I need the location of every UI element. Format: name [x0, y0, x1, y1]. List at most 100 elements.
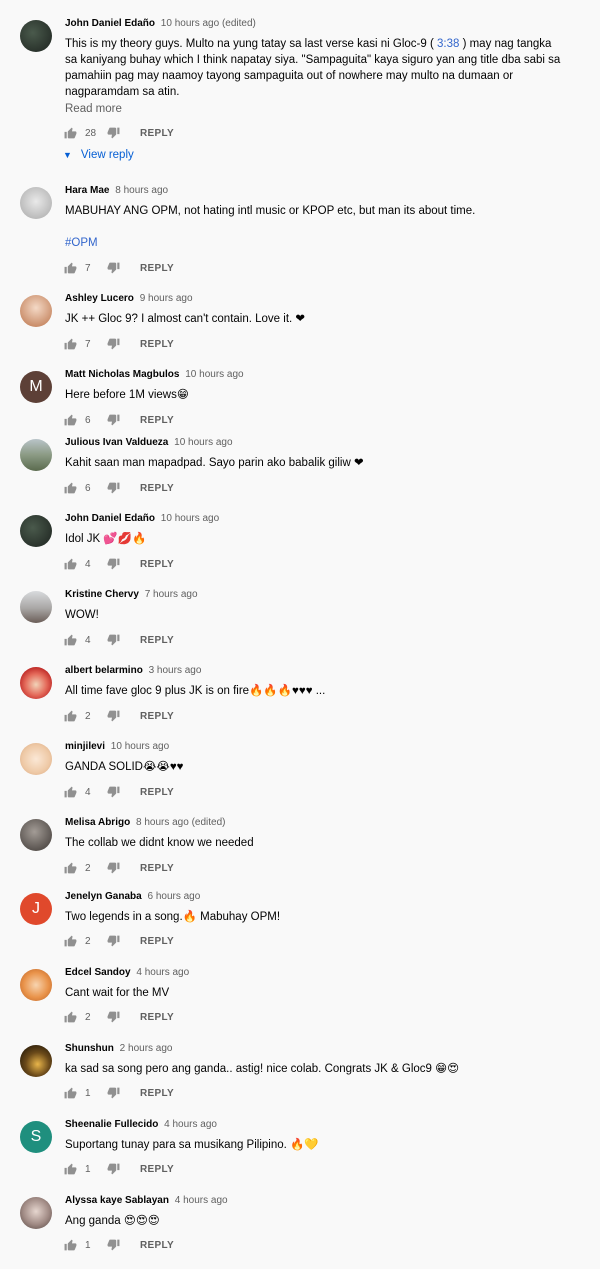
comment-time[interactable]: 10 hours ago: [161, 513, 219, 524]
dislike-button[interactable]: [107, 786, 120, 798]
comment-time[interactable]: 10 hours ago: [185, 369, 243, 380]
view-reply-button[interactable]: ▼ View reply: [63, 149, 134, 161]
avatar[interactable]: [20, 1045, 52, 1077]
author-name[interactable]: minjilevi: [65, 741, 105, 752]
like-button[interactable]: [64, 1087, 77, 1099]
dislike-button[interactable]: [107, 414, 120, 426]
hashtag-link[interactable]: #OPM: [65, 235, 565, 251]
author-name[interactable]: Edcel Sandoy: [65, 967, 131, 978]
avatar[interactable]: S: [20, 1121, 52, 1153]
author-name[interactable]: Jenelyn Ganaba: [65, 891, 142, 902]
reply-button[interactable]: REPLY: [140, 1240, 174, 1251]
author-name[interactable]: John Daniel Edaño: [65, 18, 155, 29]
comment-time[interactable]: 8 hours ago (edited): [136, 817, 226, 828]
like-button[interactable]: [64, 1011, 77, 1023]
reply-button[interactable]: REPLY: [140, 559, 174, 570]
dislike-button[interactable]: [107, 935, 120, 947]
author-name[interactable]: Shunshun: [65, 1043, 114, 1054]
avatar-letter: M: [29, 378, 43, 395]
like-button[interactable]: [64, 338, 77, 350]
reply-button[interactable]: REPLY: [140, 635, 174, 646]
like-button[interactable]: [64, 634, 77, 646]
dislike-button[interactable]: [107, 634, 120, 646]
dislike-button[interactable]: [107, 127, 120, 139]
reply-button[interactable]: REPLY: [140, 1088, 174, 1099]
avatar[interactable]: [20, 743, 52, 775]
comment-time[interactable]: 7 hours ago: [145, 589, 198, 600]
comment-time[interactable]: 9 hours ago: [140, 293, 193, 304]
like-button[interactable]: [64, 786, 77, 798]
author-name[interactable]: Julious Ivan Valdueza: [65, 437, 168, 448]
reply-button[interactable]: REPLY: [140, 483, 174, 494]
like-button[interactable]: [64, 710, 77, 722]
dislike-button[interactable]: [107, 862, 120, 874]
avatar[interactable]: [20, 591, 52, 623]
like-button[interactable]: [64, 1163, 77, 1175]
author-name[interactable]: Sheenalie Fullecido: [65, 1119, 158, 1130]
dislike-button[interactable]: [107, 1163, 120, 1175]
like-button[interactable]: [64, 127, 77, 139]
avatar[interactable]: [20, 515, 52, 547]
dislike-button[interactable]: [107, 1011, 120, 1023]
avatar[interactable]: J: [20, 893, 52, 925]
thumbs-up-icon: [64, 262, 77, 274]
reply-button[interactable]: REPLY: [140, 787, 174, 798]
comment-time[interactable]: 10 hours ago: [111, 741, 169, 752]
avatar[interactable]: [20, 1197, 52, 1229]
dislike-button[interactable]: [107, 262, 120, 274]
avatar[interactable]: [20, 969, 52, 1001]
author-name[interactable]: Hara Mae: [65, 185, 109, 196]
dislike-button[interactable]: [107, 1239, 120, 1251]
like-button[interactable]: [64, 482, 77, 494]
dislike-button[interactable]: [107, 710, 120, 722]
author-name[interactable]: Melisa Abrigo: [65, 817, 130, 828]
reply-button[interactable]: REPLY: [140, 1164, 174, 1175]
comment-time[interactable]: 4 hours ago: [164, 1119, 217, 1130]
like-button[interactable]: [64, 558, 77, 570]
dislike-button[interactable]: [107, 1087, 120, 1099]
author-name[interactable]: Alyssa kaye Sablayan: [65, 1195, 169, 1206]
dislike-button[interactable]: [107, 558, 120, 570]
reply-button[interactable]: REPLY: [140, 415, 174, 426]
author-name[interactable]: Kristine Chervy: [65, 589, 139, 600]
read-more-link[interactable]: Read more: [65, 103, 122, 115]
comment-time[interactable]: 2 hours ago: [120, 1043, 173, 1054]
like-button[interactable]: [64, 414, 77, 426]
avatar[interactable]: [20, 819, 52, 851]
reply-button[interactable]: REPLY: [140, 711, 174, 722]
reply-button[interactable]: REPLY: [140, 339, 174, 350]
thumbs-down-icon: [107, 862, 120, 874]
like-button[interactable]: [64, 1239, 77, 1251]
reply-button[interactable]: REPLY: [140, 936, 174, 947]
comment-time[interactable]: 3 hours ago: [149, 665, 202, 676]
comment-text: WOW!: [65, 609, 99, 621]
author-name[interactable]: John Daniel Edaño: [65, 513, 155, 524]
reply-button[interactable]: REPLY: [140, 128, 174, 139]
avatar[interactable]: M: [20, 371, 52, 403]
author-name[interactable]: Matt Nicholas Magbulos: [65, 369, 179, 380]
reply-button[interactable]: REPLY: [140, 863, 174, 874]
dislike-button[interactable]: [107, 338, 120, 350]
like-count: 6: [85, 482, 91, 494]
avatar[interactable]: [20, 439, 52, 471]
like-count: 1: [85, 1087, 91, 1099]
author-name[interactable]: Ashley Lucero: [65, 293, 134, 304]
avatar[interactable]: [20, 295, 52, 327]
avatar[interactable]: [20, 187, 52, 219]
reply-button[interactable]: REPLY: [140, 263, 174, 274]
comment-time[interactable]: 10 hours ago (edited): [161, 18, 256, 29]
dislike-button[interactable]: [107, 482, 120, 494]
comment-time[interactable]: 4 hours ago: [136, 967, 189, 978]
comment-time[interactable]: 8 hours ago: [115, 185, 168, 196]
like-button[interactable]: [64, 262, 77, 274]
like-button[interactable]: [64, 862, 77, 874]
comment-time[interactable]: 10 hours ago: [174, 437, 232, 448]
comment-time[interactable]: 4 hours ago: [175, 1195, 228, 1206]
author-name[interactable]: albert belarmino: [65, 665, 143, 676]
like-button[interactable]: [64, 935, 77, 947]
avatar[interactable]: [20, 667, 52, 699]
timestamp-link[interactable]: 3:38: [437, 38, 459, 50]
comment-time[interactable]: 6 hours ago: [147, 891, 200, 902]
avatar[interactable]: [20, 20, 52, 52]
reply-button[interactable]: REPLY: [140, 1012, 174, 1023]
